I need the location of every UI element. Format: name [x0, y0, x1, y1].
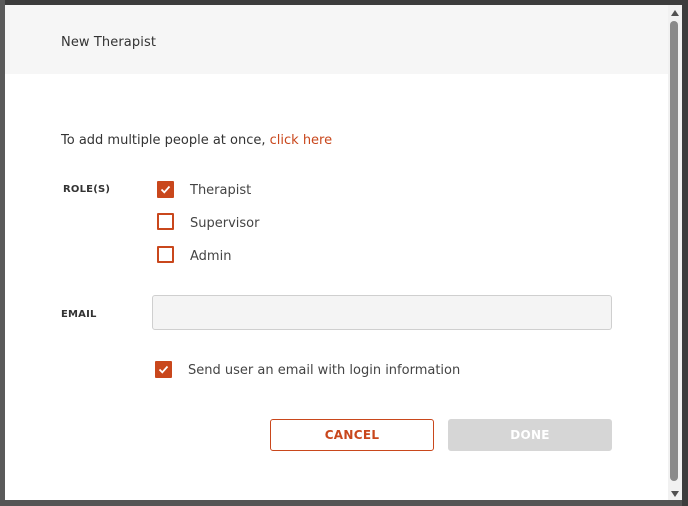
dialog-header: New Therapist: [5, 5, 668, 74]
bulk-add-intro: To add multiple people at once, click he…: [61, 133, 332, 148]
send-login-email-label: Send user an email with login informatio…: [188, 363, 461, 378]
admin-option-label: Admin: [190, 249, 232, 264]
email-field[interactable]: [152, 295, 612, 330]
admin-checkbox[interactable]: [157, 246, 174, 263]
dialog-title: New Therapist: [61, 35, 157, 50]
cancel-button[interactable]: CANCEL: [270, 419, 434, 451]
email-label: EMAIL: [61, 309, 97, 320]
supervisor-option-label: Supervisor: [190, 216, 260, 231]
check-icon: [158, 365, 169, 374]
intro-text: To add multiple people at once,: [61, 133, 270, 148]
therapist-checkbox[interactable]: [157, 181, 174, 198]
therapist-option-label: Therapist: [190, 183, 252, 198]
backdrop-bottom: [0, 500, 688, 506]
scroll-up-arrow-icon[interactable]: [668, 6, 682, 20]
window-edge: [682, 0, 688, 506]
roles-label: ROLE(S): [63, 184, 111, 195]
new-therapist-dialog: New Therapist To add multiple people at …: [5, 5, 668, 500]
send-login-email-checkbox[interactable]: [155, 361, 172, 378]
scroll-down-arrow-icon[interactable]: [668, 487, 682, 501]
click-here-link[interactable]: click here: [270, 133, 332, 148]
scrollbar-thumb[interactable]: [670, 21, 678, 481]
done-button[interactable]: DONE: [448, 419, 612, 451]
check-icon: [160, 185, 171, 194]
supervisor-checkbox[interactable]: [157, 213, 174, 230]
